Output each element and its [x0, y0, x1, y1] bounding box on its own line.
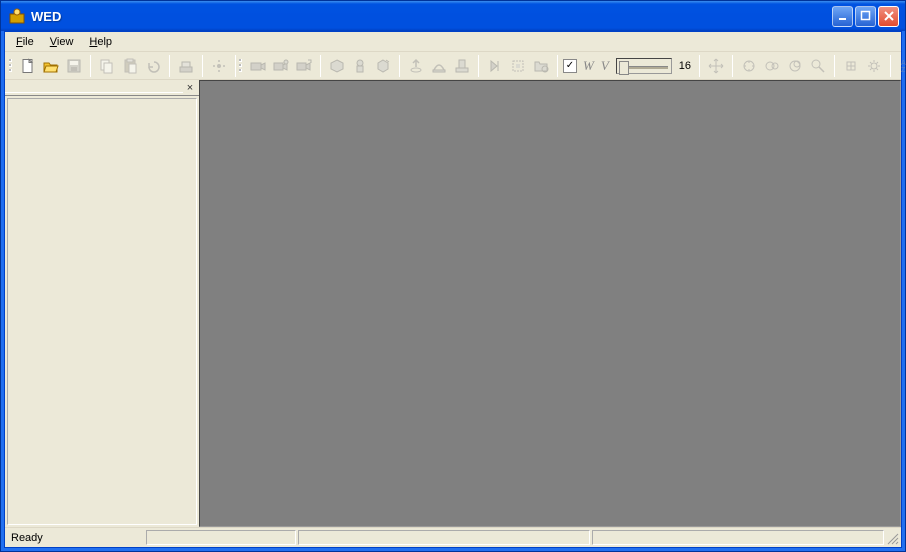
- camera-button[interactable]: [247, 55, 269, 77]
- folder-button[interactable]: [530, 55, 552, 77]
- panel-body[interactable]: [7, 98, 197, 525]
- toolbar-separator: [235, 55, 236, 77]
- panel-close-button[interactable]: ×: [183, 81, 197, 95]
- app-icon: [9, 8, 25, 24]
- undo-button[interactable]: [142, 55, 164, 77]
- app-window: WED File View Help: [0, 0, 906, 552]
- status-pane-1: [146, 530, 296, 545]
- svg-text:Z: Z: [901, 67, 906, 74]
- grid-slider[interactable]: [616, 58, 672, 74]
- copy-button[interactable]: [96, 55, 118, 77]
- toolbar-group-object: [324, 55, 396, 77]
- toolbar-grip-icon[interactable]: [9, 55, 12, 77]
- toolbar-separator: [557, 55, 558, 77]
- toolbar-group-misc: [838, 55, 887, 77]
- toolbar-group-run: [206, 55, 232, 77]
- toolbar-separator: [202, 55, 203, 77]
- toolbar-group-build: [173, 55, 199, 77]
- paste-button[interactable]: [119, 55, 141, 77]
- mdi-client-area[interactable]: [199, 80, 901, 527]
- toolbar-group-tools: [736, 55, 831, 77]
- svg-text:A: A: [901, 60, 906, 67]
- object2-button[interactable]: [349, 55, 371, 77]
- toolbar: ✓ W V 16 AZ: [5, 52, 901, 80]
- toolbar-group-sort: AZ AZ: [894, 55, 906, 77]
- toolbar-group-entity: [403, 55, 475, 77]
- status-pane-3: [592, 530, 884, 545]
- status-pane-2: [298, 530, 590, 545]
- toolbar-separator: [699, 55, 700, 77]
- workspace: ×: [5, 80, 901, 527]
- open-button[interactable]: [40, 55, 62, 77]
- status-ready: Ready: [5, 528, 145, 547]
- resize-grip-icon[interactable]: [885, 528, 901, 547]
- entity1-button[interactable]: [405, 55, 427, 77]
- next-button[interactable]: [484, 55, 506, 77]
- camera3-button[interactable]: [293, 55, 315, 77]
- wireframe-checkbox[interactable]: ✓: [563, 59, 577, 73]
- menubar: File View Help: [5, 32, 901, 52]
- toolbar-separator: [834, 55, 835, 77]
- gear-button[interactable]: [863, 55, 885, 77]
- grid-value: 16: [676, 60, 694, 72]
- toolbar-group-move: [703, 55, 729, 77]
- toolbar-grip-icon[interactable]: [239, 55, 242, 77]
- tool3-button[interactable]: [784, 55, 806, 77]
- save-button[interactable]: [63, 55, 85, 77]
- side-panel: ×: [5, 80, 199, 527]
- toolbar-separator: [169, 55, 170, 77]
- toolbar-separator: [320, 55, 321, 77]
- toolbar-separator: [890, 55, 891, 77]
- toolbar-group-camera: [245, 55, 317, 77]
- move-button[interactable]: [705, 55, 727, 77]
- v-toggle-button[interactable]: V: [598, 55, 612, 77]
- toolbar-group-view: ✓ W V 16: [561, 55, 696, 77]
- toolbar-group-nav: [482, 55, 554, 77]
- camera2-button[interactable]: [270, 55, 292, 77]
- run-button[interactable]: [208, 55, 230, 77]
- tool1-button[interactable]: [738, 55, 760, 77]
- toolbar-group-file: [15, 55, 87, 77]
- close-button[interactable]: [878, 6, 899, 27]
- panel-tabbar: ×: [5, 80, 199, 96]
- toolbar-separator: [478, 55, 479, 77]
- sort-asc-button[interactable]: AZ: [896, 55, 906, 77]
- select-button[interactable]: [507, 55, 529, 77]
- window-title: WED: [29, 9, 832, 24]
- menu-file[interactable]: File: [9, 34, 41, 50]
- object-button[interactable]: [326, 55, 348, 77]
- entity3-button[interactable]: [451, 55, 473, 77]
- zoom-button[interactable]: [807, 55, 829, 77]
- object3-button[interactable]: [372, 55, 394, 77]
- titlebar[interactable]: WED: [1, 1, 905, 31]
- window-controls: [832, 6, 899, 27]
- toolbar-separator: [399, 55, 400, 77]
- entity2-button[interactable]: [428, 55, 450, 77]
- snap-button[interactable]: [840, 55, 862, 77]
- client-area: File View Help: [4, 31, 902, 548]
- menu-help[interactable]: Help: [82, 34, 119, 50]
- statusbar: Ready: [5, 527, 901, 547]
- toolbar-separator: [732, 55, 733, 77]
- maximize-button[interactable]: [855, 6, 876, 27]
- tool2-button[interactable]: [761, 55, 783, 77]
- minimize-button[interactable]: [832, 6, 853, 27]
- build-button[interactable]: [175, 55, 197, 77]
- toolbar-group-edit: [94, 55, 166, 77]
- w-toggle-button[interactable]: W: [580, 55, 597, 77]
- new-button[interactable]: [17, 55, 39, 77]
- toolbar-separator: [90, 55, 91, 77]
- panel-tab-placeholder: [5, 92, 183, 93]
- menu-view[interactable]: View: [43, 34, 81, 50]
